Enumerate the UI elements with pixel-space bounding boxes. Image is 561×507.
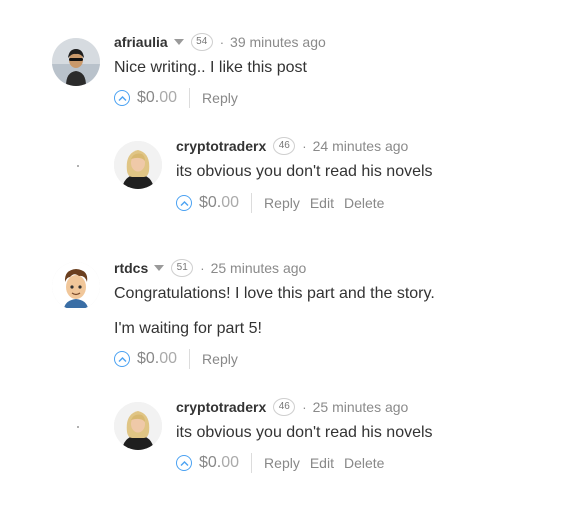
comment-body-line: I'm waiting for part 5! — [114, 320, 262, 337]
timestamp[interactable]: 25 minutes ago — [313, 399, 409, 415]
chevron-up-icon — [180, 200, 188, 206]
caret-down-icon[interactable] — [173, 39, 184, 45]
chevron-up-icon — [118, 95, 126, 101]
user-cartoon-icon — [52, 262, 100, 310]
avatar[interactable] — [52, 38, 100, 86]
comment-footer: $0.00 Reply Edit Delete — [176, 192, 394, 214]
author-name[interactable]: rtdcs — [114, 260, 148, 276]
avatar[interactable] — [114, 141, 162, 189]
payout-cents: 00 — [159, 350, 178, 367]
reputation-badge: 46 — [273, 137, 296, 155]
user-photo-icon — [52, 38, 100, 86]
payout-value[interactable]: $0.00 — [137, 350, 177, 368]
payout-value[interactable]: $0.00 — [137, 89, 177, 107]
separator-dot: · — [302, 399, 307, 415]
payout-whole: $0. — [199, 194, 222, 211]
edit-button[interactable]: Edit — [310, 195, 334, 211]
payout-value[interactable]: $0.00 — [199, 194, 239, 212]
reputation-badge: 51 — [171, 259, 194, 277]
thread-dot — [77, 426, 79, 428]
separator-dot: · — [302, 138, 307, 154]
payout-whole: $0. — [137, 89, 160, 106]
reply-button[interactable]: Reply — [202, 351, 238, 367]
chevron-up-icon — [180, 460, 188, 466]
comment-body: its obvious you don't read his novels — [176, 424, 433, 441]
chevron-up-icon — [118, 356, 126, 362]
payout-value[interactable]: $0.00 — [199, 454, 239, 472]
reply-button[interactable]: Reply — [264, 195, 300, 211]
payout-whole: $0. — [137, 350, 160, 367]
comment-footer: $0.00 Reply Edit Delete — [176, 452, 394, 474]
payout-cents: 00 — [221, 194, 240, 211]
divider — [251, 193, 253, 213]
reputation-badge: 46 — [273, 398, 296, 416]
thread-dot — [77, 165, 79, 167]
comment-footer: $0.00 Reply — [114, 87, 248, 109]
comment-header: cryptotraderx 46 · 24 minutes ago — [176, 136, 408, 156]
reply-button[interactable]: Reply — [202, 90, 238, 106]
timestamp[interactable]: 25 minutes ago — [211, 260, 307, 276]
comment-footer: $0.00 Reply — [114, 348, 248, 370]
caret-down-icon[interactable] — [154, 265, 165, 271]
payout-whole: $0. — [199, 454, 222, 471]
comment-body: its obvious you don't read his novels — [176, 163, 433, 180]
separator-dot: · — [219, 34, 225, 50]
author-name[interactable]: cryptotraderx — [176, 399, 266, 415]
user-photo-icon — [114, 141, 162, 189]
upvote-button[interactable] — [114, 351, 130, 367]
author-name[interactable]: cryptotraderx — [176, 138, 266, 154]
divider — [189, 88, 191, 108]
timestamp[interactable]: 39 minutes ago — [230, 34, 326, 50]
comment-body: Nice writing.. I like this post — [114, 59, 307, 76]
separator-dot: · — [200, 260, 205, 276]
upvote-button[interactable] — [176, 195, 192, 211]
payout-cents: 00 — [159, 89, 178, 106]
avatar[interactable] — [52, 262, 100, 310]
upvote-button[interactable] — [114, 90, 130, 106]
payout-cents: 00 — [221, 454, 240, 471]
divider — [189, 349, 191, 369]
delete-button[interactable]: Delete — [344, 455, 384, 471]
avatar[interactable] — [114, 402, 162, 450]
timestamp[interactable]: 24 minutes ago — [313, 138, 409, 154]
reputation-badge: 54 — [190, 33, 213, 51]
comment-header: rtdcs 51 · 25 minutes ago — [114, 258, 306, 278]
upvote-button[interactable] — [176, 455, 192, 471]
comment-header: cryptotraderx 46 · 25 minutes ago — [176, 397, 408, 417]
edit-button[interactable]: Edit — [310, 455, 334, 471]
comment-header: afriaulia 54 · 39 minutes ago — [114, 32, 326, 52]
comment-body-line: Congratulations! I love this part and th… — [114, 285, 435, 302]
delete-button[interactable]: Delete — [344, 195, 384, 211]
author-name[interactable]: afriaulia — [114, 34, 168, 50]
reply-button[interactable]: Reply — [264, 455, 300, 471]
divider — [251, 453, 253, 473]
user-photo-icon — [114, 402, 162, 450]
